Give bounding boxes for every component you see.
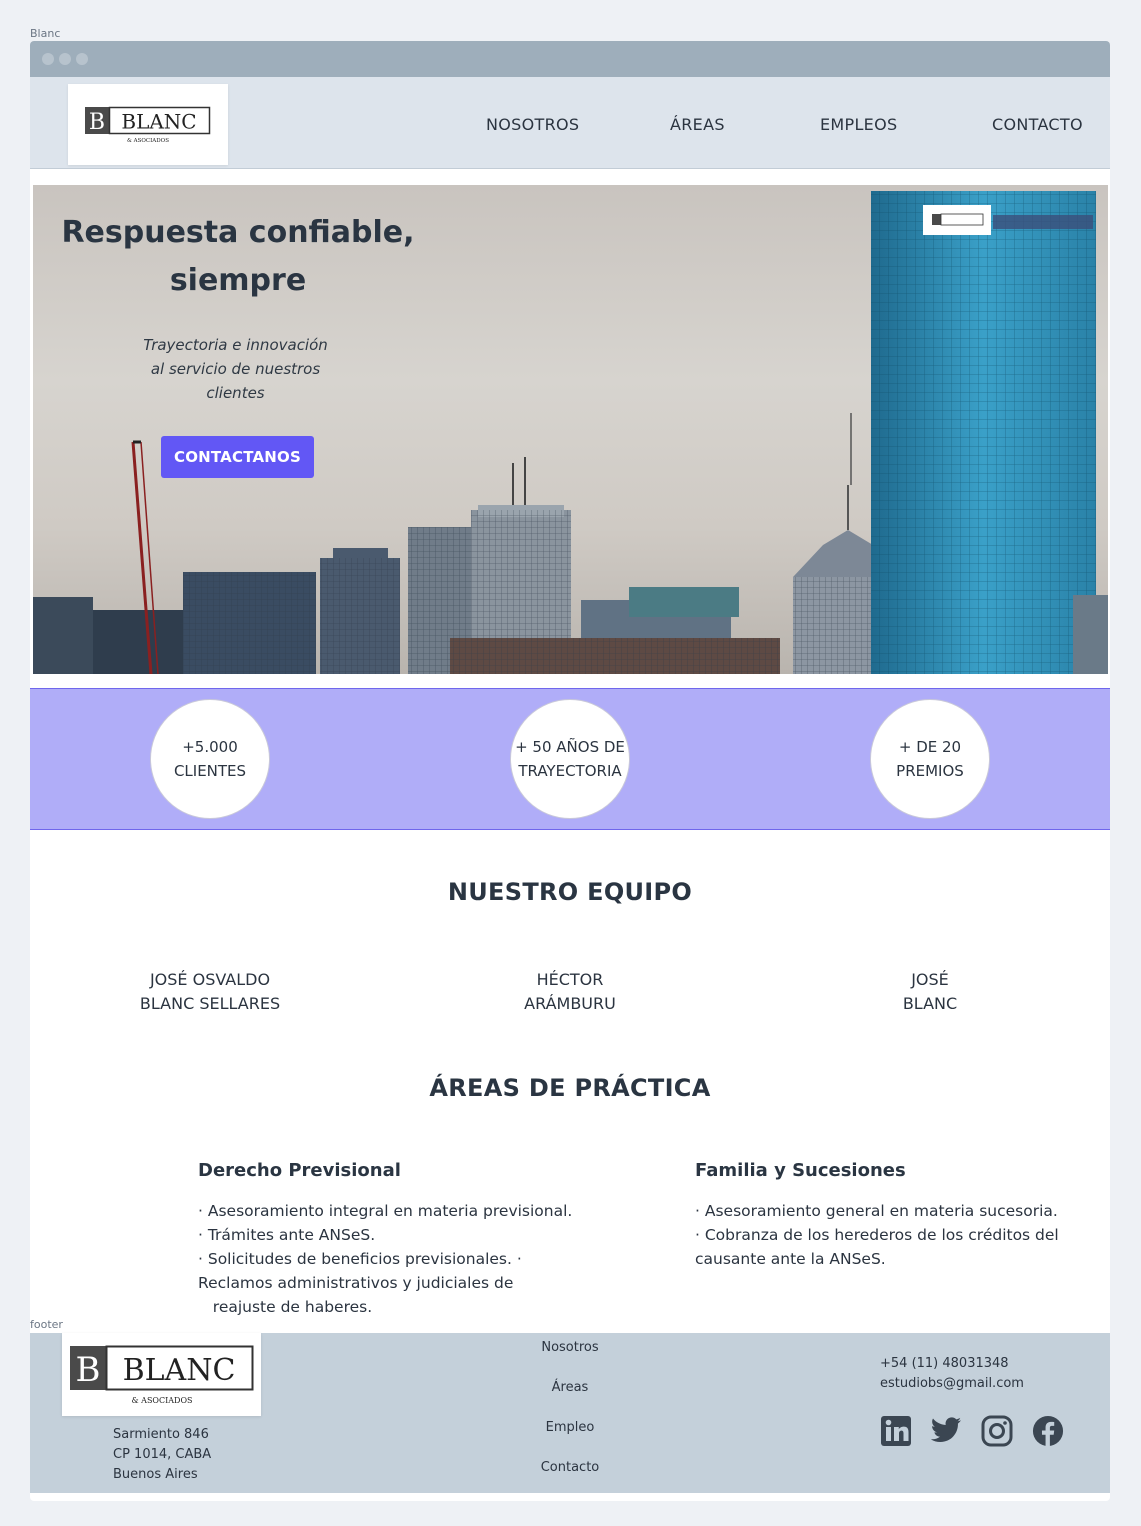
team-member-name-line1: JOSÉ OSVALDO	[149, 970, 271, 989]
frame-label-top: Blanc	[30, 27, 61, 40]
team-member-name-line2: BLANC	[902, 994, 958, 1013]
team-member: HÉCTOR ARÁMBURU	[450, 968, 690, 1016]
footer-phone[interactable]: +54 (11) 48031348	[880, 1354, 1024, 1374]
footer-logo[interactable]: B BLANC & ASOCIADOS	[62, 1333, 261, 1416]
nav-item-areas[interactable]: ÁREAS	[670, 115, 725, 134]
area-text-familia: · Asesoramiento general en materia suces…	[695, 1199, 1095, 1271]
contact-cta-button[interactable]: CONTACTANOS	[161, 436, 314, 478]
hero-title-line1: Respuesta confiable,	[61, 215, 415, 250]
twitter-icon[interactable]	[930, 1415, 962, 1447]
hero-title-line2: siempre	[169, 263, 307, 298]
window-titlebar	[30, 41, 1110, 77]
areas-section-title: ÁREAS DE PRÁCTICA	[429, 1074, 711, 1102]
stat-trajectory-label: TRAYECTORIA	[518, 762, 622, 780]
window-dot-minimize[interactable]	[59, 53, 71, 65]
stat-trajectory-value: + 50 AÑOS DE	[515, 738, 625, 756]
team-member-name-line1: JOSÉ	[911, 970, 949, 989]
hero-banner: Respuesta confiable, siempre Trayectoria…	[33, 185, 1108, 674]
address-line: CP 1014, CABA	[113, 1447, 212, 1462]
logo-name: BLANC	[122, 1353, 235, 1388]
address-line: Buenos Aires	[113, 1467, 198, 1482]
area-title-previsional: Derecho Previsional	[198, 1160, 401, 1181]
team-member-name-line2: BLANC SELLARES	[139, 994, 281, 1013]
main-nav: NOSOTROS ÁREAS EMPLEOS CONTACTO	[30, 77, 1110, 169]
area-line: reajuste de haberes.	[198, 1298, 373, 1316]
area-line: · Solicitudes de beneficios previsionale…	[198, 1250, 522, 1268]
team-member-name-line2: ARÁMBURU	[524, 994, 616, 1013]
area-line: · Trámites ante ANSeS.	[198, 1226, 376, 1244]
footer-address: Sarmiento 846 CP 1014, CABA Buenos Aires	[113, 1425, 211, 1485]
team-member: JOSÉ BLANC	[810, 968, 1050, 1016]
hero-subtitle-line3: clientes	[206, 384, 265, 402]
linkedin-icon[interactable]	[880, 1415, 912, 1447]
facebook-icon[interactable]	[1032, 1415, 1064, 1447]
logo-mark-icon: B BLANC & ASOCIADOS	[69, 1345, 253, 1405]
footer-link-contacto[interactable]: Contacto	[470, 1460, 670, 1475]
logo-initial: B	[75, 1350, 100, 1390]
stat-awards: + DE 20 PREMIOS	[870, 699, 990, 819]
area-line: causante ante la ANSeS.	[695, 1250, 886, 1268]
hero-title: Respuesta confiable, siempre	[53, 209, 423, 305]
area-line: Reclamos administrativos y judiciales de	[198, 1274, 514, 1292]
area-line: · Cobranza de los herederos de los crédi…	[695, 1226, 1059, 1244]
footer-link-empleo[interactable]: Empleo	[470, 1420, 670, 1435]
area-text-previsional: · Asesoramiento integral en materia prev…	[198, 1199, 598, 1319]
stat-clients-label: CLIENTES	[173, 762, 247, 780]
team-member: JOSÉ OSVALDO BLANC SELLARES	[90, 968, 330, 1016]
nav-item-empleos[interactable]: EMPLEOS	[820, 115, 897, 134]
frame-label-footer: footer	[30, 1318, 63, 1331]
nav-item-nosotros[interactable]: NOSOTROS	[486, 115, 579, 134]
stat-trajectory: + 50 AÑOS DE TRAYECTORIA	[510, 699, 630, 819]
site-header: B BLANC & ASOCIADOS NOSOTROS ÁREAS EMPLE…	[30, 77, 1110, 169]
browser-window: B BLANC & ASOCIADOS NOSOTROS ÁREAS EMPLE…	[30, 41, 1110, 1501]
area-line: · Asesoramiento integral en materia prev…	[198, 1202, 573, 1220]
stat-awards-label: PREMIOS	[896, 762, 964, 780]
hero-subtitle-line1: Trayectoria e innovación	[143, 336, 328, 354]
hero-subtitle-line2: al servicio de nuestros	[150, 360, 321, 378]
window-dot-close[interactable]	[42, 53, 54, 65]
stat-clients-value: +5.000	[182, 738, 238, 756]
area-title-familia: Familia y Sucesiones	[695, 1160, 906, 1181]
nav-item-contacto[interactable]: CONTACTO	[992, 115, 1083, 134]
hero-subtitle: Trayectoria e innovación al servicio de …	[133, 333, 338, 405]
footer-link-areas[interactable]: Áreas	[470, 1380, 670, 1395]
area-line: · Asesoramiento general en materia suces…	[695, 1202, 1058, 1220]
window-dot-maximize[interactable]	[76, 53, 88, 65]
logo-tagline: & ASOCIADOS	[131, 1396, 192, 1405]
team-section-title: NUESTRO EQUIPO	[447, 878, 693, 906]
footer-email[interactable]: estudiobs@gmail.com	[880, 1374, 1024, 1394]
stat-clients: +5.000 CLIENTES	[150, 699, 270, 819]
address-line: Sarmiento 846	[113, 1427, 209, 1442]
site-footer: B BLANC & ASOCIADOS Sarmiento 846 CP 101…	[30, 1333, 1110, 1493]
instagram-icon[interactable]	[981, 1415, 1013, 1447]
team-member-name-line1: HÉCTOR	[536, 970, 604, 989]
stats-band: +5.000 CLIENTES + 50 AÑOS DE TRAYECTORIA…	[30, 688, 1110, 830]
footer-link-nosotros[interactable]: Nosotros	[470, 1340, 670, 1355]
footer-contact: +54 (11) 48031348 estudiobs@gmail.com	[880, 1354, 1024, 1394]
stat-awards-value: + DE 20	[898, 738, 962, 756]
